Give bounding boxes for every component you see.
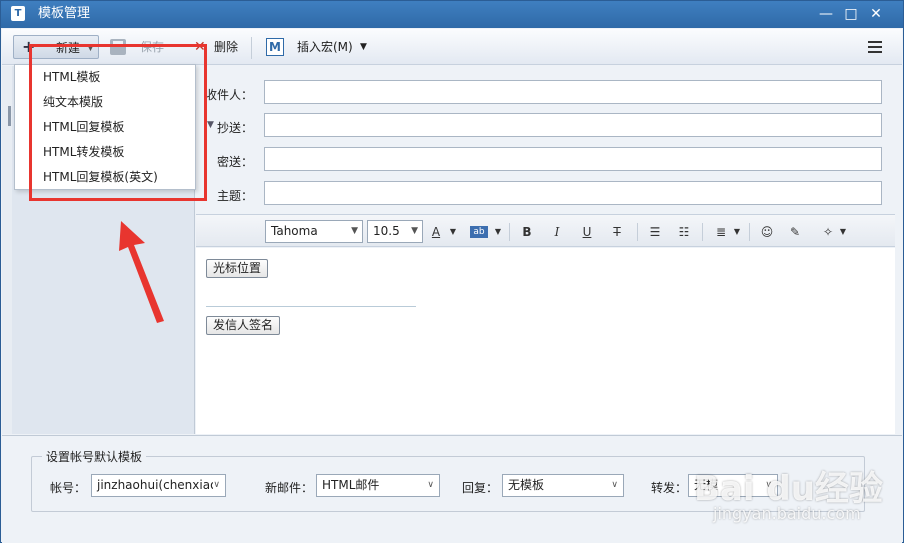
- chevron-down-icon[interactable]: ▼: [360, 35, 367, 59]
- font-size-select[interactable]: 10.5 ▼: [367, 220, 423, 243]
- chevron-down-icon[interactable]: ▼: [493, 223, 503, 241]
- forward-label: 转发：: [651, 481, 688, 495]
- subject-row: 主题：: [196, 181, 895, 207]
- account-label: 帐号：: [50, 481, 87, 495]
- subject-input[interactable]: [264, 181, 882, 205]
- underline-icon[interactable]: U: [580, 223, 594, 241]
- cc-row: ▼ 抄送：: [196, 113, 895, 139]
- close-button[interactable]: ✕: [865, 4, 887, 24]
- to-input[interactable]: [264, 80, 882, 104]
- bcc-row: 密送：: [196, 147, 895, 173]
- bcc-label: 密送：: [216, 155, 253, 169]
- chevron-down-icon: ∨: [611, 475, 618, 496]
- minimize-button[interactable]: —: [815, 4, 837, 24]
- editor-area[interactable]: 光标位置 发信人签名: [196, 248, 895, 434]
- chevron-down-icon[interactable]: ▼: [838, 223, 848, 241]
- cc-input[interactable]: [264, 113, 882, 137]
- font-family-select[interactable]: Tahoma ▼: [265, 220, 363, 243]
- font-family-value: Tahoma: [271, 224, 318, 238]
- format-divider: [509, 223, 510, 241]
- sender-signature-button[interactable]: 发信人签名: [206, 316, 281, 335]
- bold-icon[interactable]: B: [520, 223, 534, 241]
- chevron-down-icon: ∨: [427, 475, 434, 496]
- font-size-value: 10.5: [373, 224, 400, 238]
- strikethrough-icon[interactable]: T: [610, 223, 624, 241]
- reply-value: 无模板: [508, 478, 545, 492]
- compose-header: 收件人： ▼ 抄送： 密送： 主题：: [196, 66, 895, 214]
- insert-macro-label: 插入宏(M): [297, 40, 353, 54]
- reply-label: 回复：: [462, 481, 499, 495]
- baidu-watermark-url: jingyan.baidu.com: [713, 504, 861, 523]
- left-collapse-strip[interactable]: [2, 66, 12, 434]
- font-color-icon[interactable]: A: [429, 223, 443, 241]
- emoji-icon[interactable]: ☺: [759, 223, 775, 241]
- macro-icon: M: [266, 38, 284, 56]
- new-mail-label: 新邮件：: [265, 481, 314, 495]
- maximize-button[interactable]: □: [840, 4, 862, 24]
- account-select[interactable]: jinzhaohui(chenxiao ∨: [91, 474, 226, 497]
- group-title: 设置帐号默认模板: [42, 448, 147, 465]
- title-bar: T 模板管理 — □ ✕: [1, 1, 903, 28]
- numbered-list-icon[interactable]: ☷: [676, 223, 692, 241]
- reply-select[interactable]: 无模板 ∨: [502, 474, 624, 497]
- chevron-down-icon: ▼: [351, 226, 358, 236]
- highlight-color-icon[interactable]: ab: [470, 226, 488, 238]
- signature-divider: [206, 306, 416, 307]
- app-icon: T: [11, 6, 25, 21]
- window-title: 模板管理: [38, 6, 91, 21]
- italic-icon[interactable]: I: [550, 223, 564, 241]
- subject-label: 主题：: [216, 189, 253, 203]
- format-brush-icon[interactable]: ✎: [787, 223, 803, 241]
- new-mail-select[interactable]: HTML邮件 ∨: [316, 474, 440, 497]
- chevron-down-icon[interactable]: ▼: [448, 223, 458, 241]
- magic-wand-icon[interactable]: ✧: [820, 223, 836, 241]
- to-row: 收件人：: [196, 80, 895, 106]
- format-divider: [637, 223, 638, 241]
- baidu-watermark: Bai du经验: [694, 469, 883, 509]
- chevron-down-icon: ∨: [213, 475, 220, 496]
- bcc-input[interactable]: [264, 147, 882, 171]
- format-toolbar: Tahoma ▼ 10.5 ▼ A ▼ ab ▼ B I U T ☰ ☷ ≣ ▼…: [196, 214, 895, 247]
- toolbar-divider: [251, 37, 252, 59]
- account-value: jinzhaohui(chenxiao: [97, 478, 218, 492]
- to-label: 收件人：: [204, 88, 253, 102]
- insert-macro-button[interactable]: M 插入宏(M) ▼: [266, 35, 376, 59]
- cursor-position-button[interactable]: 光标位置: [206, 259, 269, 278]
- list-view-icon[interactable]: [868, 41, 882, 53]
- delete-button-label: 删除: [214, 40, 239, 54]
- align-icon[interactable]: ≣: [713, 223, 729, 241]
- format-divider: [702, 223, 703, 241]
- cc-label: 抄送：: [216, 121, 253, 135]
- expand-triangle-icon[interactable]: ▼: [207, 120, 214, 130]
- bullet-list-icon[interactable]: ☰: [647, 223, 663, 241]
- annotation-highlight-box: [29, 44, 207, 201]
- chevron-down-icon: ▼: [411, 226, 418, 236]
- format-divider: [749, 223, 750, 241]
- chevron-down-icon[interactable]: ▼: [732, 223, 742, 241]
- annotation-arrow-icon: [119, 221, 164, 323]
- new-mail-value: HTML邮件: [322, 478, 380, 492]
- template-manager-window: T 模板管理 — □ ✕ + 新建 ▼ 保存 ✕ 删除 M 插入宏(M) ▼ 收…: [0, 0, 904, 543]
